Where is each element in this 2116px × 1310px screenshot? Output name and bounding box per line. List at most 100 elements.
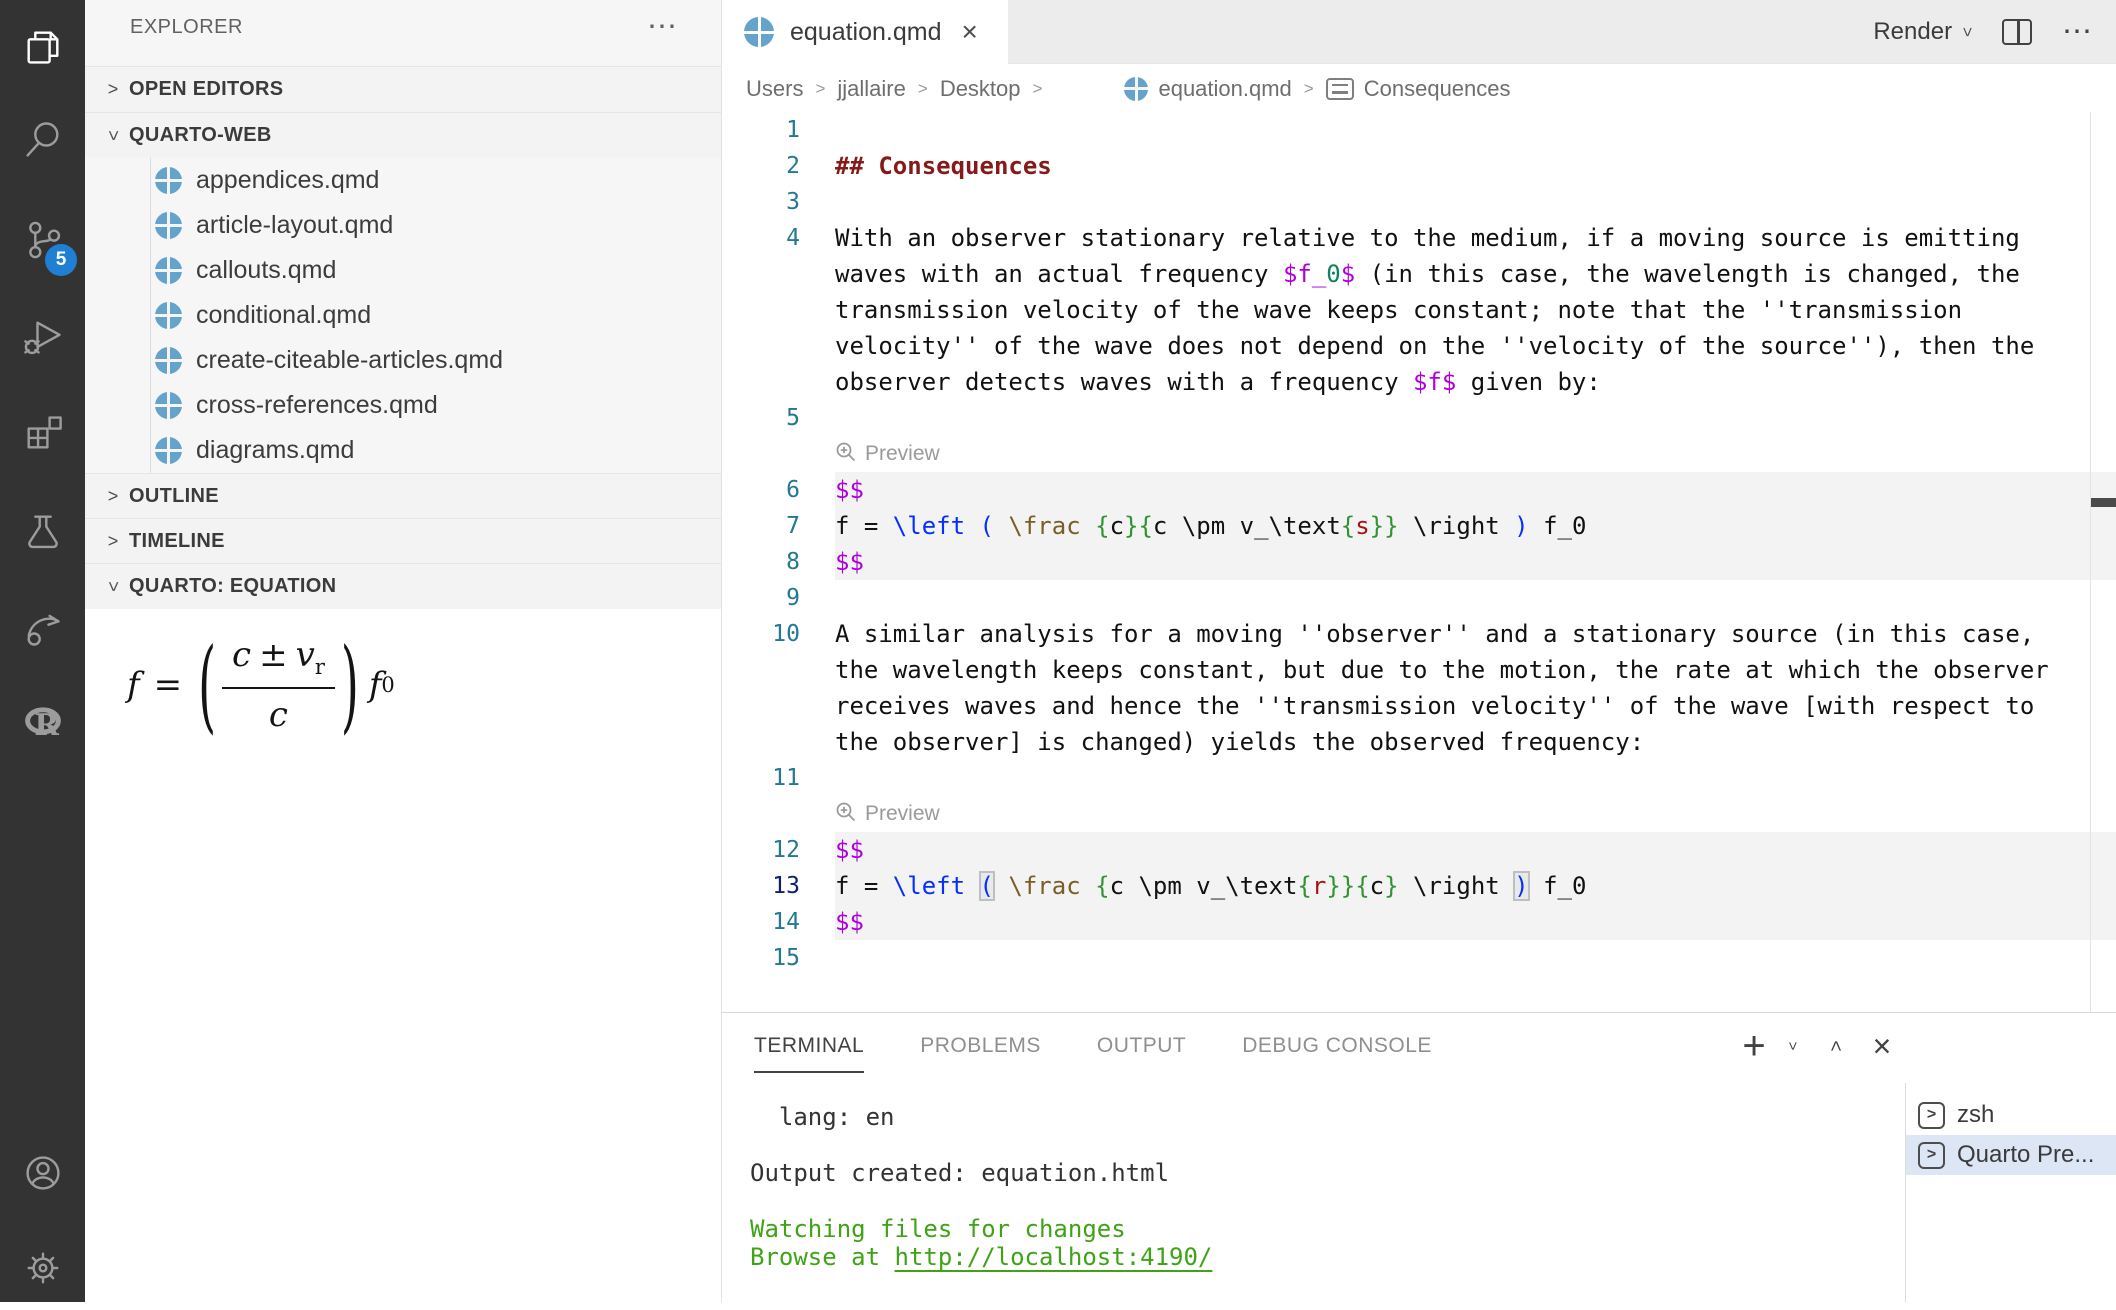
- section-open-editors[interactable]: > OPEN EDITORS: [85, 66, 721, 112]
- editor-more-actions-icon[interactable]: ⋯: [2062, 27, 2094, 37]
- line-content: $$: [835, 472, 864, 508]
- editor-line[interactable]: 6 $$: [722, 472, 2116, 508]
- run-and-debug-icon[interactable]: [0, 294, 85, 379]
- search-icon[interactable]: [0, 97, 85, 182]
- line-number: 6: [722, 472, 800, 508]
- preview-codelens[interactable]: Preview: [835, 436, 940, 472]
- editor-line[interactable]: observer detects waves with a frequency …: [722, 364, 2116, 400]
- panel-tab-problems[interactable]: PROBLEMS: [920, 1013, 1041, 1079]
- tab-close-icon[interactable]: ×: [962, 16, 978, 48]
- breadcrumb-item[interactable]: Desktop: [940, 76, 1021, 102]
- terminal-dropdown-icon[interactable]: >: [1760, 1031, 1826, 1061]
- editor-line[interactable]: the observer] is changed) yields the obs…: [722, 724, 2116, 760]
- section-quarto-equation[interactable]: > QUARTO: EQUATION: [85, 563, 721, 609]
- editor-line[interactable]: velocity'' of the wave does not depend o…: [722, 328, 2116, 364]
- r-lang-icon[interactable]: R: [0, 680, 85, 765]
- terminal-output[interactable]: lang: en Output created: equation.html W…: [750, 1103, 1212, 1271]
- editor-line[interactable]: 3: [722, 184, 2116, 220]
- chevron-down-icon: >: [103, 575, 124, 599]
- editor-line[interactable]: the wavelength keeps constant, but due t…: [722, 652, 2116, 688]
- token: A similar analysis for a moving ''observ…: [835, 620, 2034, 648]
- line-number: 10: [722, 616, 800, 652]
- panel-tab-output[interactable]: OUTPUT: [1097, 1013, 1186, 1079]
- editor-line[interactable]: 15: [722, 940, 2116, 976]
- terminal-name: Quarto Pre...: [1957, 1141, 2094, 1169]
- token: f_0: [1529, 872, 1587, 900]
- token: [1081, 512, 1095, 540]
- file-item[interactable]: diagrams.qmd: [85, 428, 721, 473]
- maximize-panel-icon[interactable]: >: [1820, 1013, 1856, 1079]
- chevron-down-icon: >: [1957, 27, 1977, 37]
- terminal-prompt-icon: >: [1918, 1142, 1945, 1169]
- token: {: [1341, 512, 1355, 540]
- token: \right: [1399, 512, 1515, 540]
- quarto-publish-icon[interactable]: [0, 585, 85, 670]
- line-content: receives waves and hence the ''transmiss…: [835, 688, 2034, 724]
- token: $$: [835, 836, 864, 864]
- codelens-row[interactable]: Preview: [722, 796, 2116, 832]
- file-item[interactable]: create-citeable-articles.qmd: [85, 338, 721, 383]
- svg-text:R: R: [34, 708, 59, 743]
- line-content: f = \left ( \frac {c}{c \pm v_\text{s}} …: [835, 508, 1586, 544]
- breadcrumb-item[interactable]: equation.qmd: [1158, 76, 1291, 102]
- codelens-row[interactable]: Preview: [722, 436, 2116, 472]
- preview-codelens[interactable]: Preview: [835, 796, 940, 832]
- section-quarto-web[interactable]: > QUARTO-WEB: [85, 112, 721, 158]
- terminal-instance[interactable]: >zsh: [1906, 1095, 2116, 1135]
- settings-gear-icon[interactable]: [0, 1225, 85, 1310]
- rendered-equation: f = ( c±vr c ) f0: [127, 635, 721, 735]
- token: the wavelength keeps constant, but due t…: [835, 656, 2049, 684]
- terminal-instance[interactable]: > Quarto Pre...: [1906, 1135, 2116, 1175]
- line-number: 12: [722, 832, 800, 868]
- token: }: [1384, 872, 1398, 900]
- editor-line[interactable]: 5: [722, 400, 2116, 436]
- editor-line[interactable]: 12 $$: [722, 832, 2116, 868]
- editor-line[interactable]: 11: [722, 760, 2116, 796]
- editor-line[interactable]: 10 A similar analysis for a moving ''obse…: [722, 616, 2116, 652]
- editor-line[interactable]: 7f = \left ( \frac {c}{c \pm v_\text{s}}…: [722, 508, 2116, 544]
- file-item[interactable]: appendices.qmd: [85, 158, 721, 203]
- tab-equation-qmd[interactable]: equation.qmd ×: [722, 0, 1008, 64]
- editor-line[interactable]: 9: [722, 580, 2116, 616]
- panel-tab-debug-console[interactable]: DEBUG CONSOLE: [1242, 1013, 1432, 1079]
- breadcrumb-separator: >: [1304, 79, 1314, 99]
- breadcrumb-item[interactable]: Consequences: [1364, 76, 1511, 102]
- editor-line[interactable]: 1: [722, 112, 2116, 148]
- editor-line[interactable]: 4With an observer stationary relative to…: [722, 220, 2116, 256]
- code-editor[interactable]: 12## Consequences34With an observer stat…: [722, 112, 2116, 1012]
- file-name: callouts.qmd: [196, 256, 336, 285]
- section-timeline[interactable]: > TIMELINE: [85, 518, 721, 564]
- editor-line[interactable]: 13f = \left ( \frac {c \pm v_\text{r}}{c…: [722, 868, 2116, 904]
- render-button[interactable]: Render >: [1873, 18, 1972, 46]
- line-content: observer detects waves with a frequency …: [835, 364, 1601, 400]
- bottom-panel: TERMINALPROBLEMSOUTPUTDEBUG CONSOLE + > …: [722, 1012, 2116, 1302]
- file-item[interactable]: conditional.qmd: [85, 293, 721, 338]
- line-number: 4: [722, 220, 800, 256]
- panel-tab-terminal[interactable]: TERMINAL: [754, 1013, 864, 1079]
- editor-line[interactable]: 14$$: [722, 904, 2116, 940]
- breadcrumb-item[interactable]: Users: [746, 76, 803, 102]
- editor-line[interactable]: transmission velocity of the wave keeps …: [722, 292, 2116, 328]
- quarto-file-icon: [155, 302, 182, 329]
- breadcrumb-item[interactable]: jjallaire: [837, 76, 905, 102]
- file-item[interactable]: article-layout.qmd: [85, 203, 721, 248]
- testing-icon[interactable]: [0, 488, 85, 573]
- line-content: the observer] is changed) yields the obs…: [835, 724, 1644, 760]
- editor-line[interactable]: waves with an actual frequency $f_0$ (in…: [722, 256, 2116, 292]
- close-panel-icon[interactable]: ×: [1864, 1013, 1900, 1079]
- editor-line[interactable]: 8$$: [722, 544, 2116, 580]
- section-outline[interactable]: > OUTLINE: [85, 473, 721, 519]
- zoom-in-icon: [835, 441, 857, 468]
- extensions-icon[interactable]: [0, 390, 85, 475]
- editor-scrollbar[interactable]: [2090, 112, 2091, 1012]
- file-item[interactable]: cross-references.qmd: [85, 383, 721, 428]
- sidebar-more-actions-icon[interactable]: ⋯: [647, 22, 679, 32]
- chevron-right-icon: >: [101, 486, 125, 507]
- file-item[interactable]: callouts.qmd: [85, 248, 721, 293]
- editor-line[interactable]: receives waves and hence the ''transmiss…: [722, 688, 2116, 724]
- source-control-icon[interactable]: 5: [0, 197, 85, 282]
- editor-line[interactable]: 2## Consequences: [722, 148, 2116, 184]
- account-icon[interactable]: [0, 1130, 85, 1215]
- split-editor-icon[interactable]: [2002, 19, 2032, 45]
- explorer-icon[interactable]: [0, 4, 85, 89]
